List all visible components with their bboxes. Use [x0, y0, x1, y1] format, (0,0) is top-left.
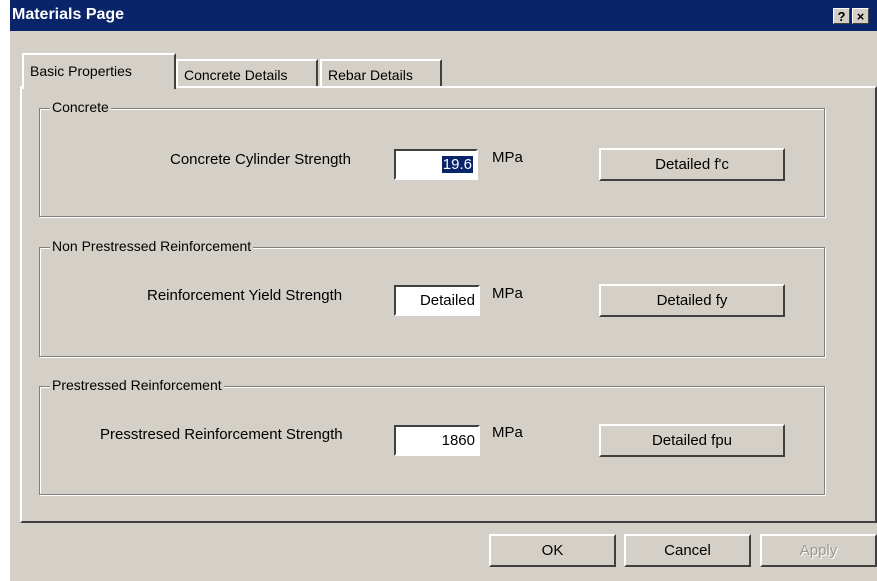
cancel-button[interactable]: Cancel — [624, 534, 751, 567]
window-title: Materials Page — [12, 6, 125, 23]
concrete-strength-label: Concrete Cylinder Strength — [170, 151, 351, 168]
non-prestressed-group: Non Prestressed Reinforcement Reinforcem… — [39, 238, 825, 357]
concrete-group: Concrete Concrete Cylinder Strength 19.6… — [39, 99, 825, 217]
concrete-group-title: Concrete — [50, 99, 111, 115]
title-bar[interactable]: Materials Page ? × — [10, 0, 877, 31]
yield-strength-label: Reinforcement Yield Strength — [147, 287, 343, 304]
tab-label: Basic Properties — [30, 63, 132, 79]
help-button[interactable]: ? — [833, 8, 850, 24]
yield-strength-input[interactable]: Detailed — [394, 285, 480, 316]
prestressed-unit: MPa — [492, 424, 523, 441]
concrete-strength-value: 19.6 — [441, 156, 473, 173]
detailed-fy-button[interactable]: Detailed fy — [599, 284, 785, 317]
tab-rebar-details[interactable]: Rebar Details — [320, 59, 442, 87]
concrete-unit: MPa — [492, 149, 523, 166]
apply-button[interactable]: Apply — [760, 534, 877, 567]
non-prestressed-group-title: Non Prestressed Reinforcement — [50, 238, 254, 254]
yield-unit: MPa — [492, 285, 523, 302]
prestressed-group-title: Prestressed Reinforcement — [50, 377, 224, 393]
concrete-strength-input[interactable]: 19.6 — [394, 149, 478, 180]
materials-dialog: Materials Page ? × Basic Properties Conc… — [10, 0, 877, 581]
detailed-fc-button[interactable]: Detailed f'c — [599, 148, 785, 181]
close-button[interactable]: × — [852, 8, 869, 24]
tab-label: Rebar Details — [328, 67, 413, 83]
prestressed-strength-label: Presstresed Reinforcement Strength — [100, 426, 343, 443]
prestressed-group: Prestressed Reinforcement Presstresed Re… — [39, 377, 825, 495]
tab-concrete-details[interactable]: Concrete Details — [176, 59, 318, 87]
prestressed-strength-input[interactable]: 1860 — [394, 425, 480, 456]
tab-basic-properties[interactable]: Basic Properties — [22, 53, 176, 89]
detailed-fpu-button[interactable]: Detailed fpu — [599, 424, 785, 457]
ok-button[interactable]: OK — [489, 534, 616, 567]
basic-properties-panel: Concrete Concrete Cylinder Strength 19.6… — [20, 86, 877, 523]
tab-label: Concrete Details — [184, 67, 288, 83]
